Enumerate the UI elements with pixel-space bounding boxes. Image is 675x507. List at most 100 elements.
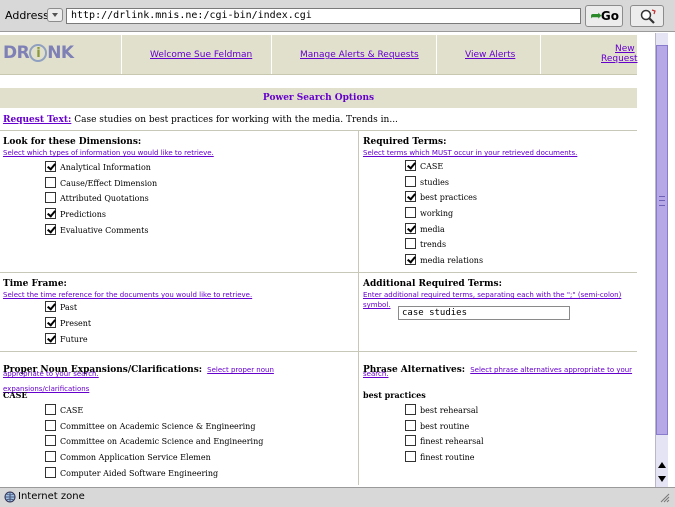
proper-noun-option[interactable]: Committee on Academic Science & Engineer… <box>45 420 255 433</box>
go-arrow-icon: ➦ <box>590 8 602 24</box>
autosearch-button[interactable] <box>630 5 664 27</box>
drlink-logo[interactable]: DR i NK <box>3 43 74 63</box>
proper-noun-option[interactable]: Committee on Academic Science and Engine… <box>45 435 263 448</box>
option-label: CASE <box>60 406 84 415</box>
option-label: studies <box>420 178 449 187</box>
new-request-link-line2[interactable]: Request <box>601 54 638 64</box>
grip-icon <box>659 196 665 206</box>
scroll-up-arrow-icon[interactable] <box>656 459 668 471</box>
proper-noun-option[interactable]: Computer Aided Software Engineering <box>45 467 218 480</box>
additional-terms-input[interactable]: case studies <box>398 306 570 320</box>
phrase-alt-subtitle-line2[interactable]: search. <box>363 369 388 379</box>
checkbox[interactable] <box>405 191 416 202</box>
dimension-option[interactable]: Evaluative Comments <box>45 224 149 237</box>
required-term-option[interactable]: studies <box>405 176 449 189</box>
dimension-option[interactable]: Cause/Effect Dimension <box>45 177 157 190</box>
address-input[interactable]: http://drlink.mnis.ne:/cgi-bin/index.cgi <box>66 8 581 24</box>
checkbox[interactable] <box>405 223 416 234</box>
additional-terms-subtitle[interactable]: Enter additional required terms, separat… <box>363 290 621 300</box>
phrase-alt-subtitle[interactable]: Select phrase alternatives appropriate t… <box>470 366 632 374</box>
view-alerts-link[interactable]: View Alerts <box>465 50 515 60</box>
required-term-option[interactable]: CASE <box>405 160 443 173</box>
phrase-alt-option[interactable]: finest routine <box>405 451 475 464</box>
option-label: Past <box>60 303 78 312</box>
checkbox[interactable] <box>405 160 416 171</box>
go-button[interactable]: ➦ Go <box>585 5 623 27</box>
vertical-scrollbar[interactable] <box>655 33 668 487</box>
nav-cell-new-request: New Request <box>540 35 638 74</box>
checkbox[interactable] <box>405 404 416 415</box>
phrase-alt-option[interactable]: finest rehearsal <box>405 435 484 448</box>
option-label: Common Application Service Elemen <box>60 453 211 462</box>
additional-terms-subtitle-line2[interactable]: symbol. <box>363 300 391 310</box>
request-text-label[interactable]: Request Text: <box>3 115 71 125</box>
logo-text-right: NK <box>47 43 74 63</box>
checkbox[interactable] <box>45 420 56 431</box>
top-navigation: DR i NK Welcome Sue Feldman Manage Alerts … <box>0 35 638 75</box>
checkbox[interactable] <box>45 451 56 462</box>
time-frame-option[interactable]: Present <box>45 317 91 330</box>
checkbox[interactable] <box>45 208 56 219</box>
proper-noun-option[interactable]: CASE <box>45 404 83 417</box>
phrase-alt-option[interactable]: best routine <box>405 420 469 433</box>
required-term-option[interactable]: best practices <box>405 191 477 204</box>
dimensions-heading: Look for these Dimensions: <box>3 137 142 147</box>
required-terms-subtitle[interactable]: Select terms which MUST occur in your re… <box>363 148 577 158</box>
option-label: Predictions <box>60 210 106 219</box>
option-label: Committee on Academic Science & Engineer… <box>60 422 256 431</box>
checkbox[interactable] <box>45 161 56 172</box>
checkbox[interactable] <box>405 238 416 249</box>
option-label: best routine <box>420 422 470 431</box>
new-request-link-line1[interactable]: New <box>615 44 635 54</box>
request-text-value: Case studies on best practices for worki… <box>74 115 398 125</box>
status-bar: Internet zone <box>0 487 675 507</box>
resize-grip-icon[interactable] <box>660 493 670 503</box>
checkbox[interactable] <box>45 404 56 415</box>
option-label: finest routine <box>420 453 475 462</box>
checkbox[interactable] <box>45 435 56 446</box>
checkbox[interactable] <box>405 435 416 446</box>
checkbox[interactable] <box>405 420 416 431</box>
page-title: Power Search Options <box>0 88 637 108</box>
checkbox[interactable] <box>405 451 416 462</box>
dimension-option[interactable]: Predictions <box>45 208 106 221</box>
checkbox[interactable] <box>45 333 56 344</box>
proper-noun-subtitle-line2[interactable]: appropriate to your search. <box>3 369 99 379</box>
checkbox[interactable] <box>45 224 56 235</box>
checkbox[interactable] <box>45 467 56 478</box>
required-term-option[interactable]: media relations <box>405 254 483 267</box>
address-history-dropdown-icon[interactable] <box>47 8 63 22</box>
checkbox[interactable] <box>405 254 416 265</box>
option-label: trends <box>420 240 447 249</box>
required-terms-heading: Required Terms: <box>363 137 447 147</box>
scroll-down-arrow-icon[interactable] <box>656 473 668 485</box>
divider <box>0 351 637 352</box>
checkbox[interactable] <box>45 177 56 188</box>
scrollbar-thumb[interactable] <box>656 45 668 435</box>
time-frame-subtitle[interactable]: Select the time reference for the docume… <box>3 290 252 300</box>
phrase-alt-group-label: best practices <box>363 390 426 400</box>
proper-noun-option[interactable]: Common Application Service Elemen <box>45 451 211 464</box>
checkbox[interactable] <box>405 176 416 187</box>
dimensions-subtitle[interactable]: Select which types of information you wo… <box>3 148 214 158</box>
checkbox[interactable] <box>45 301 56 312</box>
time-frame-option[interactable]: Past <box>45 301 77 314</box>
option-label: Present <box>60 319 92 328</box>
checkbox[interactable] <box>405 207 416 218</box>
dimension-option[interactable]: Attributed Quotations <box>45 192 149 205</box>
required-term-option[interactable]: working <box>405 207 453 220</box>
time-frame-heading: Time Frame: <box>3 279 67 289</box>
dimension-option[interactable]: Analytical Information <box>45 161 151 174</box>
option-label: Attributed Quotations <box>60 194 149 203</box>
proper-noun-group-label: CASE <box>3 390 28 400</box>
checkbox[interactable] <box>45 192 56 203</box>
checkbox[interactable] <box>45 317 56 328</box>
welcome-link[interactable]: Welcome Sue Feldman <box>150 50 252 60</box>
required-term-option[interactable]: media <box>405 223 445 236</box>
time-frame-option[interactable]: Future <box>45 333 88 346</box>
required-term-option[interactable]: trends <box>405 238 446 251</box>
phrase-alt-option[interactable]: best rehearsal <box>405 404 478 417</box>
request-text: Request Text: Case studies on best pract… <box>3 115 398 125</box>
divider <box>0 130 637 131</box>
manage-alerts-link[interactable]: Manage Alerts & Requests <box>300 50 419 60</box>
